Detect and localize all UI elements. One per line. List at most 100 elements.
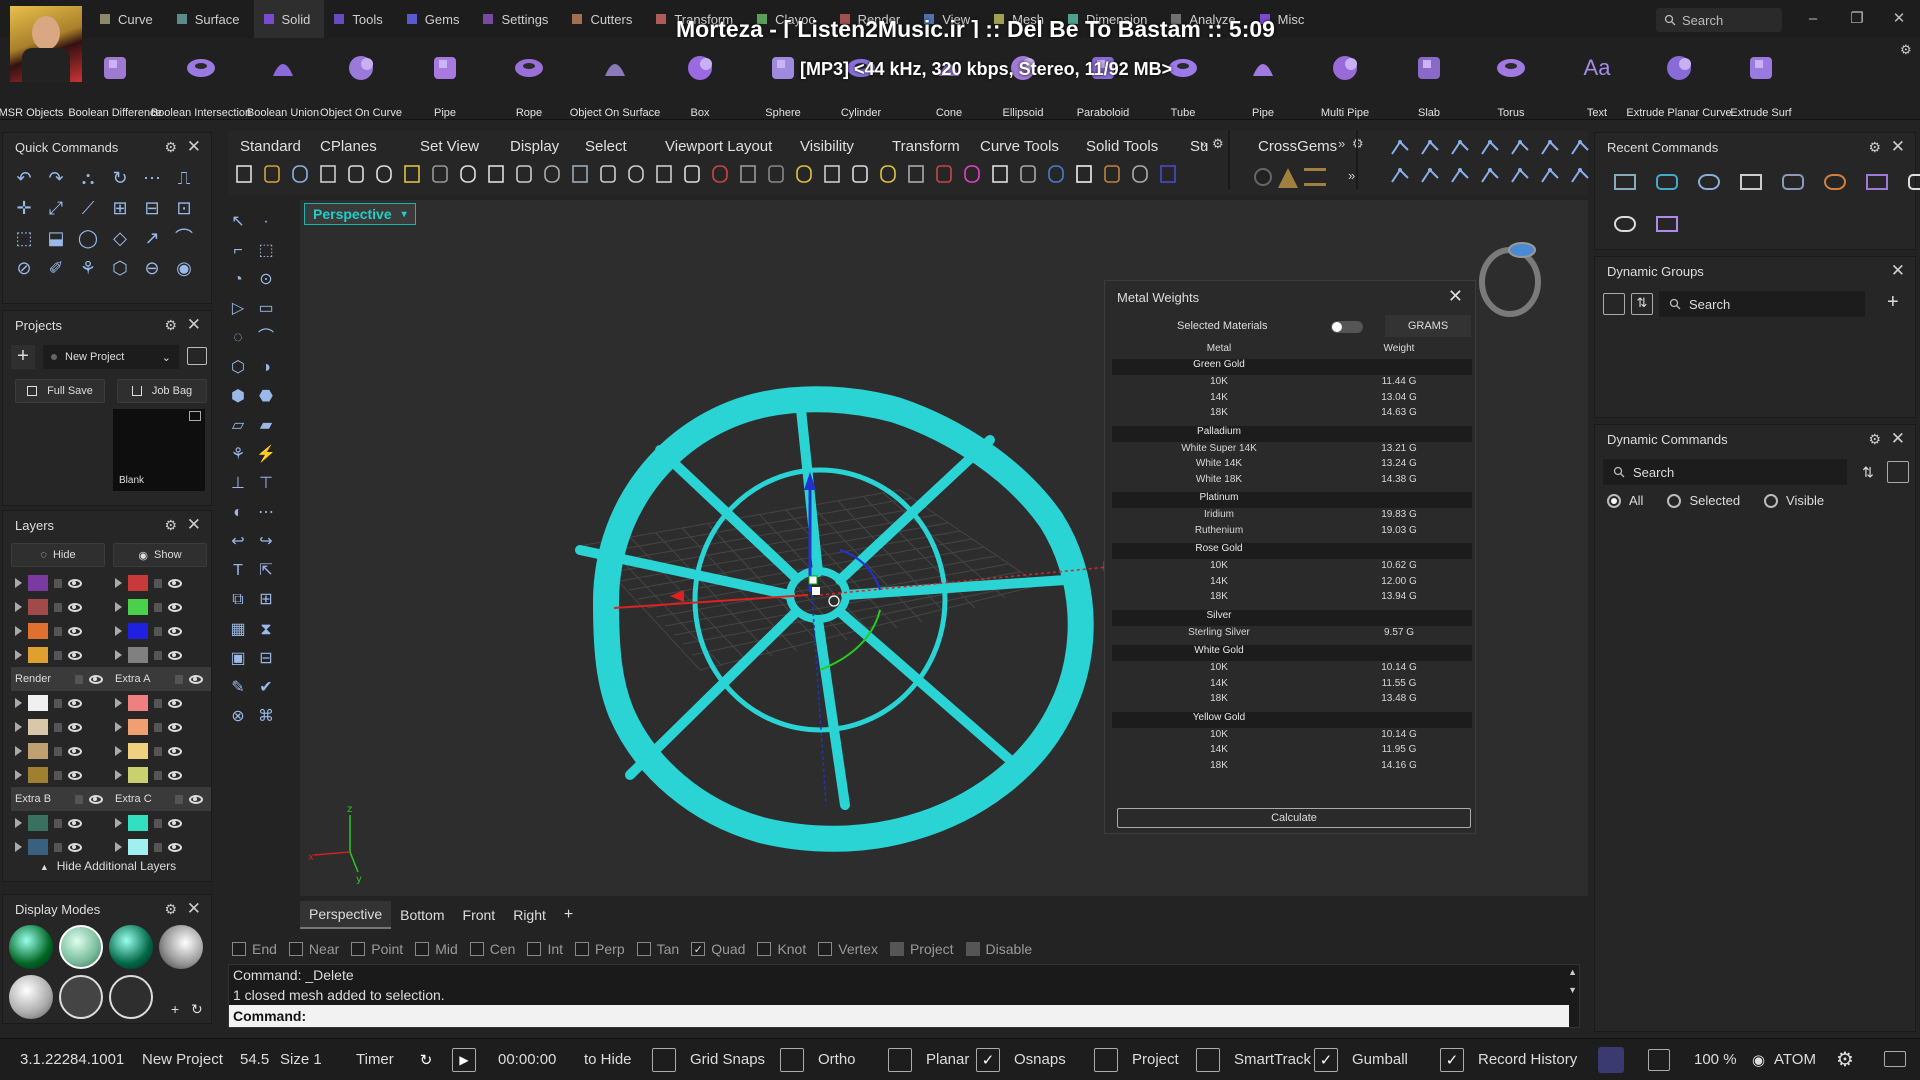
gear-icon[interactable]: ⚙ [164, 139, 177, 156]
calculator-icon[interactable] [1603, 293, 1625, 315]
layer-cell[interactable] [11, 643, 111, 667]
radio-visible[interactable] [1764, 493, 1779, 508]
tab-transform[interactable]: Transform [892, 138, 960, 155]
quick-command-icon[interactable]: ⊖ [139, 255, 165, 281]
ribbon-button-extrude-surf[interactable]: Extrude Surf [1718, 48, 1804, 119]
left-tool-icon[interactable]: ⚡ [254, 443, 278, 467]
user-mode-2-icon[interactable] [109, 975, 153, 1019]
transform-tool-icon[interactable] [1508, 164, 1532, 188]
metal-item-row[interactable]: 14K 13.04 G [1112, 392, 1472, 408]
layer-cell[interactable] [11, 835, 111, 859]
menu-tab-gems[interactable]: Gems [397, 0, 474, 38]
eye-icon[interactable] [168, 578, 182, 588]
quick-command-icon[interactable]: ✛ [11, 195, 37, 221]
expand-triangle-icon[interactable] [115, 746, 122, 756]
toolbar-icon[interactable] [624, 162, 648, 186]
left-tool-icon[interactable]: ⧗ [254, 618, 278, 642]
tab-set-view[interactable]: Set View [420, 138, 479, 155]
metal-item-row[interactable]: Sterling Silver 9.57 G [1112, 627, 1472, 643]
toggle-gumball-checkbox[interactable]: ✓ [1314, 1048, 1338, 1072]
left-tool-icon[interactable]: ◑ [254, 356, 278, 380]
quick-command-icon[interactable]: ⊘ [11, 255, 37, 281]
ribbon-gear-icon[interactable]: ⚙ [1900, 42, 1912, 58]
ghosted-mode-icon[interactable] [59, 925, 103, 969]
lock-icon[interactable] [154, 698, 162, 708]
expand-triangle-icon[interactable] [15, 746, 22, 756]
expand-triangle-icon[interactable] [15, 722, 22, 732]
left-tool-icon[interactable]: ⬣ [254, 385, 278, 409]
toolbar-icon[interactable] [848, 162, 872, 186]
transform-tool-icon[interactable] [1568, 164, 1592, 188]
lock-icon[interactable] [154, 818, 162, 828]
metal-item-row[interactable]: 18K 13.94 G [1112, 591, 1472, 607]
chat-icon[interactable] [1884, 1051, 1906, 1067]
transform-tool-icon[interactable] [1448, 164, 1472, 188]
layer-color-swatch[interactable] [128, 743, 148, 759]
left-tool-icon[interactable]: ⬢ [226, 385, 250, 409]
sort-icon[interactable]: ⇅ [1631, 293, 1653, 315]
calculate-button[interactable]: Calculate [1117, 808, 1471, 828]
recent-command-icon[interactable] [1861, 167, 1893, 199]
toolbar-icon[interactable] [1044, 162, 1068, 186]
lock-icon[interactable] [154, 650, 162, 660]
left-tool-icon[interactable]: ⊟ [254, 647, 278, 671]
gear-icon[interactable]: ⚙ [1868, 139, 1881, 156]
close-icon[interactable]: ✕ [187, 315, 201, 335]
layer-cell[interactable] [11, 691, 111, 715]
toolbar-icon[interactable] [512, 162, 536, 186]
layer-color-swatch[interactable] [128, 815, 148, 831]
close-icon[interactable]: ✕ [1891, 261, 1905, 281]
layer-cell[interactable] [111, 643, 211, 667]
toolbar-icon[interactable] [1128, 162, 1152, 186]
osnap-vertex[interactable]: Vertex [818, 941, 878, 957]
quick-command-icon[interactable]: ◉ [171, 255, 197, 281]
toggle-planar-checkbox[interactable] [888, 1048, 912, 1072]
lock-icon[interactable] [54, 842, 62, 852]
toggle-grid-snaps-checkbox[interactable] [652, 1048, 676, 1072]
layer-cell[interactable] [111, 715, 211, 739]
osnap-mid[interactable]: Mid [415, 941, 458, 957]
user-name[interactable]: ATOM [1774, 1051, 1816, 1068]
gear-icon[interactable]: ⚙ [164, 517, 177, 534]
ribbon-button-boolean-difference[interactable]: Boolean Difference [68, 48, 162, 119]
quick-command-icon[interactable]: ↶ [11, 165, 37, 191]
tab-solid-tools[interactable]: Solid Tools [1086, 138, 1158, 155]
layer-color-swatch[interactable] [128, 575, 148, 591]
layer-cell[interactable]: Extra B [11, 787, 111, 811]
artistic-mode-icon[interactable] [9, 975, 53, 1019]
osnap-checkbox[interactable] [288, 942, 303, 956]
left-tool-icon[interactable]: ⊥ [226, 472, 250, 496]
toolbar-icon[interactable] [1072, 162, 1096, 186]
ribbon-button-box[interactable]: Box [657, 48, 743, 119]
quick-command-icon[interactable]: ⟋ [75, 195, 101, 221]
osnap-checkbox[interactable] [575, 942, 590, 956]
status-project[interactable]: New Project [142, 1051, 223, 1068]
quick-command-icon[interactable]: ⤢ [43, 195, 69, 221]
lock-icon[interactable] [54, 698, 62, 708]
metal-item-row[interactable]: 10K 11.44 G [1112, 376, 1472, 392]
folder-icon[interactable] [187, 347, 207, 365]
transform-tool-icon[interactable] [1388, 164, 1412, 188]
refresh-icon[interactable]: ↻ [191, 1001, 203, 1018]
full-save-button[interactable]: Full Save [15, 379, 105, 403]
layer-cell[interactable] [11, 739, 111, 763]
lock-icon[interactable] [154, 770, 162, 780]
layer-cell[interactable] [111, 691, 211, 715]
eye-icon[interactable] [89, 674, 103, 684]
tab-viewport-layout[interactable]: Viewport Layout [665, 138, 772, 155]
metal-item-row[interactable]: 14K 11.55 G [1112, 678, 1472, 694]
metal-item-row[interactable]: 18K 13.48 G [1112, 693, 1472, 709]
expand-triangle-icon[interactable] [115, 626, 122, 636]
osnap-checkbox[interactable] [965, 942, 980, 956]
lock-icon[interactable] [154, 722, 162, 732]
transform-tool-icon[interactable] [1538, 136, 1562, 160]
metal-item-row[interactable]: 14K 12.00 G [1112, 576, 1472, 592]
quick-command-icon[interactable]: ⬓ [43, 225, 69, 251]
left-tool-icon[interactable]: ◔ [226, 268, 250, 292]
osnap-checkbox[interactable] [415, 942, 430, 956]
layer-color-swatch[interactable] [28, 575, 48, 591]
eye-icon[interactable] [68, 602, 82, 612]
hide-layers-button[interactable]: ◌ Hide [11, 543, 105, 567]
eye-icon[interactable] [168, 698, 182, 708]
metal-item-row[interactable]: Ruthenium 19.03 G [1112, 525, 1472, 541]
